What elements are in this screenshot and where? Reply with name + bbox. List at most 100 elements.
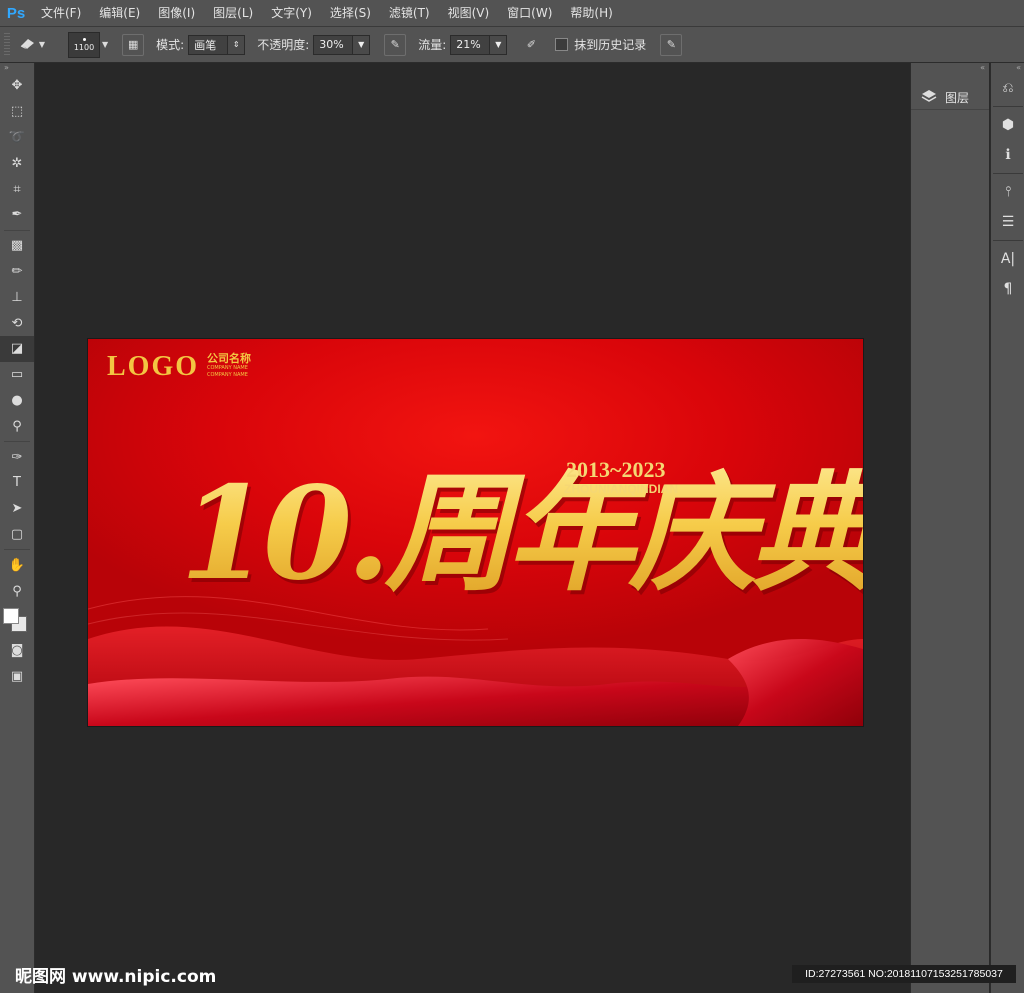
paragraph-icon: ¶: [1003, 281, 1013, 297]
info-panel-button[interactable]: ℹ: [991, 140, 1024, 170]
layers-panel-tab[interactable]: 图层: [911, 85, 989, 110]
type-tool[interactable]: T: [0, 470, 34, 496]
document-canvas[interactable]: LOGO 公司名称 COMPANY NAME COMPANY NAME 10.周…: [88, 339, 863, 726]
brush-preset-picker[interactable]: 1100: [68, 31, 100, 58]
healing-brush-tool[interactable]: ▩: [0, 233, 34, 259]
chevron-down-icon[interactable]: ▼: [352, 35, 370, 54]
pressure-opacity-button[interactable]: ✎: [384, 33, 407, 56]
logo-text: LOGO: [107, 351, 200, 382]
eraser-tool[interactable]: ◪: [0, 335, 34, 362]
3d-panel-button[interactable]: ⬢: [991, 110, 1024, 140]
mode-select[interactable]: 画笔 ⇕: [188, 34, 246, 55]
menu-bar: Ps 文件(F) 编辑(E) 图像(I) 图层(L) 文字(Y) 选择(S) 滤…: [0, 0, 1024, 27]
menu-view[interactable]: 视图(V): [439, 0, 499, 26]
magic-wand-tool[interactable]: ✲: [0, 150, 34, 176]
sliders-icon: ☰: [1001, 214, 1015, 230]
pressure-size-button[interactable]: ✎: [660, 33, 683, 56]
company-name-cn: 公司名称: [207, 352, 251, 365]
crop-tool[interactable]: ⌗: [0, 176, 34, 202]
adjustments-button[interactable]: ☰: [991, 207, 1024, 237]
spinner-icon: ⇕: [227, 35, 245, 54]
opacity-value: 30%: [319, 38, 344, 51]
path-selection-tool[interactable]: ➤: [0, 496, 34, 522]
headline-text: 10.周年庆典: [180, 434, 863, 634]
eyedropper-tool[interactable]: ✒: [0, 202, 34, 228]
arrow-icon: ➤: [11, 501, 23, 517]
eraser-icon: ◪: [10, 341, 24, 357]
chevron-down-icon: ▼: [38, 40, 46, 49]
site-watermark: 昵图网 www.nipic.com: [15, 967, 217, 987]
history-brush-tool[interactable]: ⟲: [0, 310, 34, 336]
lasso-tool[interactable]: ➰: [0, 125, 34, 151]
dodge-tool[interactable]: ⚲: [0, 413, 34, 439]
blur-tool[interactable]: ●: [0, 388, 34, 414]
color-swatches[interactable]: [0, 604, 34, 638]
collapse-arrows-icon[interactable]: «: [991, 63, 1024, 73]
menu-select[interactable]: 选择(S): [321, 0, 380, 26]
brush-tool[interactable]: ✏: [0, 259, 34, 285]
opacity-label: 不透明度:: [257, 38, 310, 52]
menu-type[interactable]: 文字(Y): [262, 0, 321, 26]
character-icon: A|: [1000, 251, 1016, 267]
zoom-tool[interactable]: ⚲: [0, 578, 34, 604]
cube-icon: ⬢: [1001, 117, 1015, 133]
marquee-tool[interactable]: ⬚: [0, 99, 34, 125]
panel-divider: [993, 240, 1023, 241]
brush-panel-toggle[interactable]: ▦: [122, 33, 145, 56]
quick-mask-button[interactable]: ◙: [0, 638, 34, 664]
pen-pressure-icon: ✎: [666, 38, 676, 51]
pinyin-subtitle: ZHOUNIANQINDIAN: [564, 482, 678, 496]
brush-panel-icon: ▦: [127, 38, 139, 51]
pen-icon: ✑: [11, 449, 23, 465]
gradient-tool[interactable]: ▭: [0, 362, 34, 388]
type-icon: T: [13, 475, 21, 491]
tool-divider: [4, 549, 30, 551]
chevron-down-icon[interactable]: ▼: [102, 40, 108, 49]
layers-panel-dock: « 图层: [910, 63, 989, 993]
foreground-color-swatch[interactable]: [3, 607, 19, 624]
menu-file[interactable]: 文件(F): [32, 0, 90, 26]
company-name-en: COMPANY NAME: [207, 365, 248, 371]
collapse-arrows-icon[interactable]: »: [0, 63, 34, 73]
airbrush-button[interactable]: ✐: [521, 35, 541, 55]
shape-tool[interactable]: ▢: [0, 522, 34, 548]
menu-edit[interactable]: 编辑(E): [90, 0, 149, 26]
paragraph-panel-button[interactable]: ¶: [991, 274, 1024, 304]
menu-window[interactable]: 窗口(W): [498, 0, 561, 26]
erase-history-checkbox[interactable]: [555, 38, 569, 51]
panel-divider: [993, 106, 1023, 107]
opacity-input[interactable]: 30% ▼: [313, 34, 371, 55]
hand-tool[interactable]: ✋: [0, 552, 34, 578]
mode-label: 模式:: [156, 38, 185, 52]
flow-input[interactable]: 21% ▼: [450, 34, 508, 55]
menu-help[interactable]: 帮助(H): [561, 0, 621, 26]
brush-icon: ✏: [11, 263, 23, 279]
tool-divider: [4, 229, 30, 231]
brush-size-value: 1100: [73, 42, 95, 52]
info-icon: ℹ: [1005, 147, 1011, 163]
menu-image[interactable]: 图像(I): [149, 0, 204, 26]
flow-value: 21%: [456, 38, 481, 51]
chevron-down-icon[interactable]: ▼: [489, 35, 507, 54]
tool-preset-picker[interactable]: ▼: [10, 32, 54, 58]
character-panel-button[interactable]: A|: [991, 244, 1024, 274]
hand-icon: ✋: [8, 557, 26, 573]
options-bar: ▼ 1100 ▼ ▦ 模式: 画笔 ⇕ 不透明度: 30% ▼ ✎ 流量: 21…: [0, 27, 1024, 63]
screen-mode-icon: ▣: [10, 669, 24, 685]
bandage-icon: ▩: [10, 238, 24, 254]
menu-layer[interactable]: 图层(L): [204, 0, 262, 26]
collapse-arrows-icon[interactable]: «: [911, 63, 989, 73]
crop-icon: ⌗: [13, 181, 21, 197]
brush-tip-icon: [82, 37, 86, 41]
screen-mode-button[interactable]: ▣: [0, 664, 34, 690]
menu-filter[interactable]: 滤镜(T): [380, 0, 439, 26]
pen-tool[interactable]: ✑: [0, 444, 34, 470]
erase-history-label: 抹到历史记录: [574, 38, 647, 52]
eyedropper-icon: ✒: [11, 207, 23, 223]
clone-stamp-tool[interactable]: ⊥: [0, 284, 34, 310]
move-tool[interactable]: ✥: [0, 73, 34, 99]
history-panel-button[interactable]: ⎌: [991, 73, 1024, 103]
brush-presets-button[interactable]: ⫯: [991, 177, 1024, 207]
brushes-icon: ⫯: [1004, 184, 1012, 200]
year-range: 2013~2023: [566, 457, 666, 482]
